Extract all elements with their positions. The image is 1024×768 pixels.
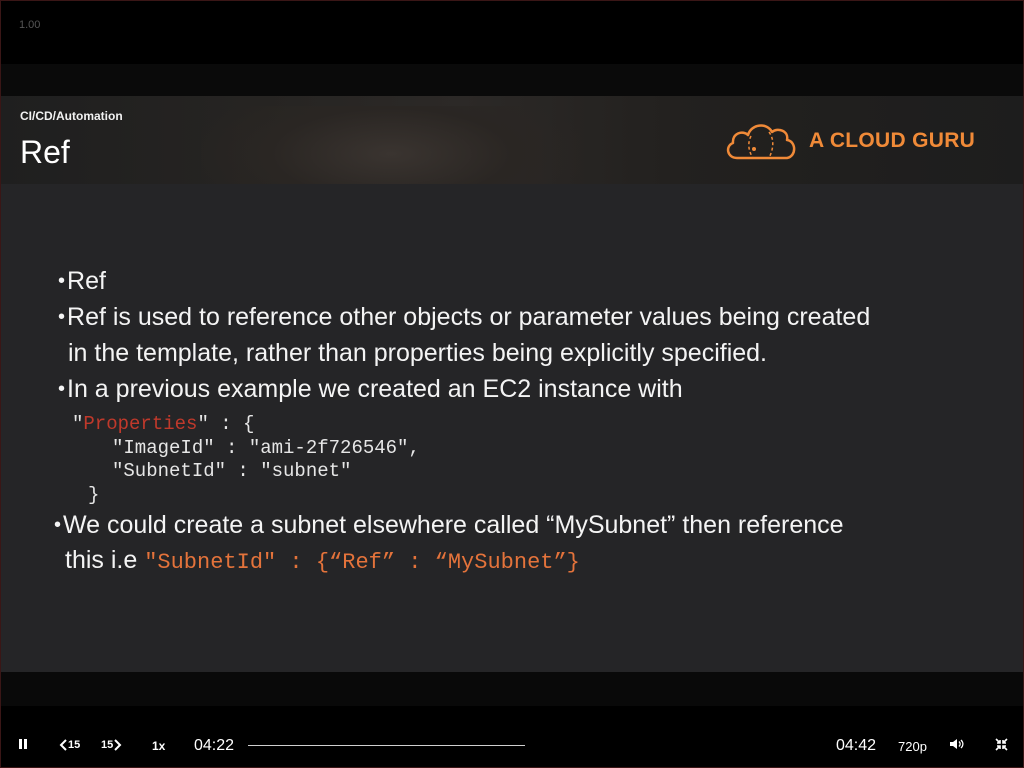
- slide-body: •Ref •Ref is used to reference other obj…: [1, 184, 1023, 672]
- exit-fullscreen-icon: [995, 738, 1008, 751]
- forward-15-button[interactable]: 15: [101, 739, 122, 751]
- current-time: 04:22: [194, 737, 235, 754]
- bullet-glyph: •: [54, 514, 62, 536]
- slide-title: Ref: [20, 134, 70, 170]
- brand-logo: A CLOUD GURU: [723, 118, 975, 164]
- code-quote: ": [72, 413, 84, 435]
- rewind-15-icon: [59, 739, 67, 751]
- bullet-text: Ref: [67, 267, 106, 295]
- rewind-15-button[interactable]: 15: [59, 739, 80, 751]
- letterbox-bottom: [1, 672, 1023, 706]
- code-line-imageid: "ImageId" : "ami-2f726546",: [112, 437, 420, 459]
- bullet-mysubnet-cont: this i.e "SubnetId" : {“Ref” : “MySubnet…: [65, 546, 580, 575]
- pause-icon: [19, 739, 27, 749]
- total-time: 04:42: [836, 737, 877, 754]
- code-key-properties: Properties: [83, 413, 198, 435]
- player-controls: 15 15 1x 04:22 04:42 720p: [1, 706, 1023, 767]
- bullet-text: In a previous example we created an EC2 …: [67, 375, 683, 403]
- forward-15-icon: [114, 739, 122, 751]
- bullet-ref-description: •Ref is used to reference other objects …: [58, 303, 870, 332]
- bullet-text: We could create a subnet elsewhere calle…: [63, 511, 844, 539]
- cloud-logo-icon: [726, 124, 796, 160]
- video-player[interactable]: 1.00 CI/CD/Automation Ref A CLOUD GURU •…: [0, 0, 1024, 768]
- bullet-previous-example: •In a previous example we created an EC2…: [58, 375, 683, 404]
- code-line-subnetid: "SubnetId" : "subnet": [112, 460, 352, 482]
- bullet-text: this i.e: [65, 546, 145, 574]
- presenter-video-overlay: [201, 106, 581, 184]
- bullet-ref: •Ref: [58, 267, 106, 296]
- inline-code-ref: "SubnetId" : {“Ref” : “MySubnet”}: [144, 550, 580, 575]
- progress-bar[interactable]: [248, 745, 525, 746]
- bullet-mysubnet: •We could create a subnet elsewhere call…: [54, 511, 844, 540]
- speed-readout: 1.00: [19, 19, 41, 31]
- code-line-properties: "Properties" : {: [72, 413, 254, 435]
- bullet-text: in the template, rather than properties …: [68, 339, 767, 367]
- pause-button[interactable]: [17, 738, 29, 750]
- bullet-glyph: •: [58, 306, 66, 328]
- logo-text: A CLOUD GURU: [809, 129, 976, 152]
- bullet-ref-description-cont: in the template, rather than properties …: [68, 339, 767, 368]
- playback-speed-button[interactable]: 1x: [152, 739, 165, 753]
- bullet-text: Ref is used to reference other objects o…: [67, 303, 871, 331]
- rewind-label: 15: [68, 739, 81, 751]
- slide-category: CI/CD/Automation: [20, 109, 123, 123]
- slide-header: CI/CD/Automation Ref A CLOUD GURU: [1, 96, 1023, 184]
- quality-selector[interactable]: 720p: [898, 739, 927, 754]
- bullet-glyph: •: [58, 270, 66, 292]
- code-line-close-brace: }: [88, 484, 100, 506]
- forward-label: 15: [101, 739, 114, 751]
- letterbox-top: [1, 64, 1023, 96]
- code-rest: " : {: [197, 413, 255, 435]
- exit-fullscreen-button[interactable]: [995, 738, 1008, 751]
- volume-button[interactable]: [949, 738, 965, 750]
- bullet-glyph: •: [58, 378, 66, 400]
- volume-icon: [950, 739, 964, 749]
